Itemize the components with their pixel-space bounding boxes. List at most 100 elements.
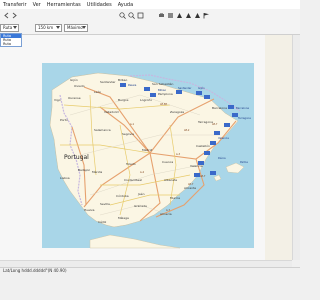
poi-label: Gijón [198,86,205,90]
detail-combo-value: Máximo [67,25,83,30]
poi-marker[interactable] [210,171,216,175]
menu-herramientas[interactable]: Herramientas [47,2,81,8]
city-label: Sevilla [100,202,110,206]
status-bar: Lat/Long hddd.ddddd°(N 40.90) [0,267,300,300]
secondary-toolbar: Ruta 150 km Máximo [0,22,300,35]
menu-utilidades[interactable]: Utilidades [87,2,112,8]
city-label: Oviedo [74,84,85,88]
poi-marker[interactable] [176,90,182,94]
city-label: Badajoz [78,168,90,172]
poi-marker[interactable] [228,105,234,109]
poi-marker[interactable] [120,83,126,87]
city-label: Burgos [118,98,129,102]
city-label: Valladolid [104,110,119,114]
city-label: Jaén [137,192,145,196]
poi-marker[interactable] [204,95,210,99]
waypoint-icon[interactable] [176,12,183,19]
layer-dropdown-list[interactable]: Ruta Ruta Ruta [0,33,22,47]
back-icon[interactable] [3,12,10,19]
city-label: Gijón [70,78,78,82]
zoom-out-icon[interactable] [128,12,135,19]
poi-label: Tarragona [238,116,251,120]
city-label: Almería [160,212,172,216]
country-label-portugal: Portugal [64,154,89,161]
city-label: Castellón [196,144,210,148]
highway-label: A-7 [166,209,170,212]
city-label: Valencia [190,164,203,168]
coordinate-readout: Lat/Long hddd.ddddd°(N 40.90) [3,268,67,273]
zoom-combo[interactable]: 150 km [35,24,62,32]
highway-label: A-1 [130,123,134,126]
menu-bar: Transferir Ver Herramientas Utilidades A… [0,0,300,9]
city-label: Zaragoza [170,110,184,114]
city-label: Cuenca [162,160,173,164]
poi-marker[interactable] [144,87,150,91]
dropdown-option[interactable]: Ruta [1,42,21,46]
poi-marker[interactable] [150,93,156,97]
map-view[interactable]: Portugal Bilbao San Sebastián Gijón Ovie… [0,35,292,260]
main-toolbar [0,9,300,23]
poi-label: Dénia [218,156,226,160]
city-label: Vigo [54,98,61,102]
city-label: Santander [100,80,116,84]
poi-marker[interactable] [196,91,202,95]
highway-label: AP-7 [188,183,194,186]
city-label: Tarragona [197,120,213,124]
forward-icon[interactable] [11,12,18,19]
poi-label: Pasaia [128,83,137,87]
city-label: Albacete [164,178,177,182]
city-label: Ciudad Real [124,178,142,182]
pan-icon[interactable] [137,12,144,19]
poi-marker[interactable] [210,141,216,145]
poi-label: Palma [240,160,248,164]
highway-label: AP-7 [212,123,218,126]
city-label: Cádiz [98,220,107,224]
city-label: Huelva [84,208,95,212]
city-label: León [94,90,101,94]
highway-label: AP-68 [160,103,167,106]
city-label: Lisboa [60,176,70,180]
menu-ayuda[interactable]: Ayuda [118,2,133,8]
city-label: Logroño [140,98,152,102]
highway-label: A-3 [176,153,180,156]
route-icon[interactable] [194,12,201,19]
track-icon[interactable] [185,12,192,19]
poi-marker[interactable] [204,151,210,155]
city-label: Pamplona [158,92,173,96]
city-label: Murcia [170,196,180,200]
highway-label: A-4 [140,171,144,174]
map-canvas[interactable]: Portugal Bilbao San Sebastián Gijón Ovie… [0,35,292,260]
city-label: Alicante [184,186,196,190]
layer-combo[interactable]: Ruta [0,24,19,32]
chevron-down-icon [56,26,60,29]
horizontal-scrollbar[interactable] [0,260,292,267]
highway-label: AP-7 [200,175,206,178]
zoom-in-icon[interactable] [119,12,126,19]
menu-ver[interactable]: Ver [33,2,41,8]
chevron-down-icon [13,26,17,29]
chevron-down-icon [82,26,86,29]
right-gutter [265,35,292,260]
menu-transferir[interactable]: Transferir [3,2,27,8]
city-label: Madrid [142,148,152,152]
poi-label: Barcelona [236,106,249,110]
poi-marker[interactable] [224,123,230,127]
flag-icon[interactable] [203,12,210,19]
poi-label: Valencia [218,136,229,140]
city-label: Segovia [122,132,134,136]
city-label: Salamanca [94,128,111,132]
poi-label: Bilbao [158,88,166,92]
detail-combo[interactable]: Máximo [64,24,88,32]
poi-marker[interactable] [214,131,220,135]
city-label: Granada [134,204,147,208]
city-label: San Sebastián [152,82,174,86]
vertical-scrollbar[interactable] [292,35,300,260]
city-label: Córdoba [116,194,129,198]
city-label: Ourense [68,96,81,100]
city-label: Porto [60,118,68,122]
transfer-icon[interactable] [167,12,174,19]
print-icon[interactable] [158,12,165,19]
layer-combo-value: Ruta [3,25,13,30]
zoom-combo-value: 150 km [38,25,54,30]
city-label: Toledo [125,162,136,166]
